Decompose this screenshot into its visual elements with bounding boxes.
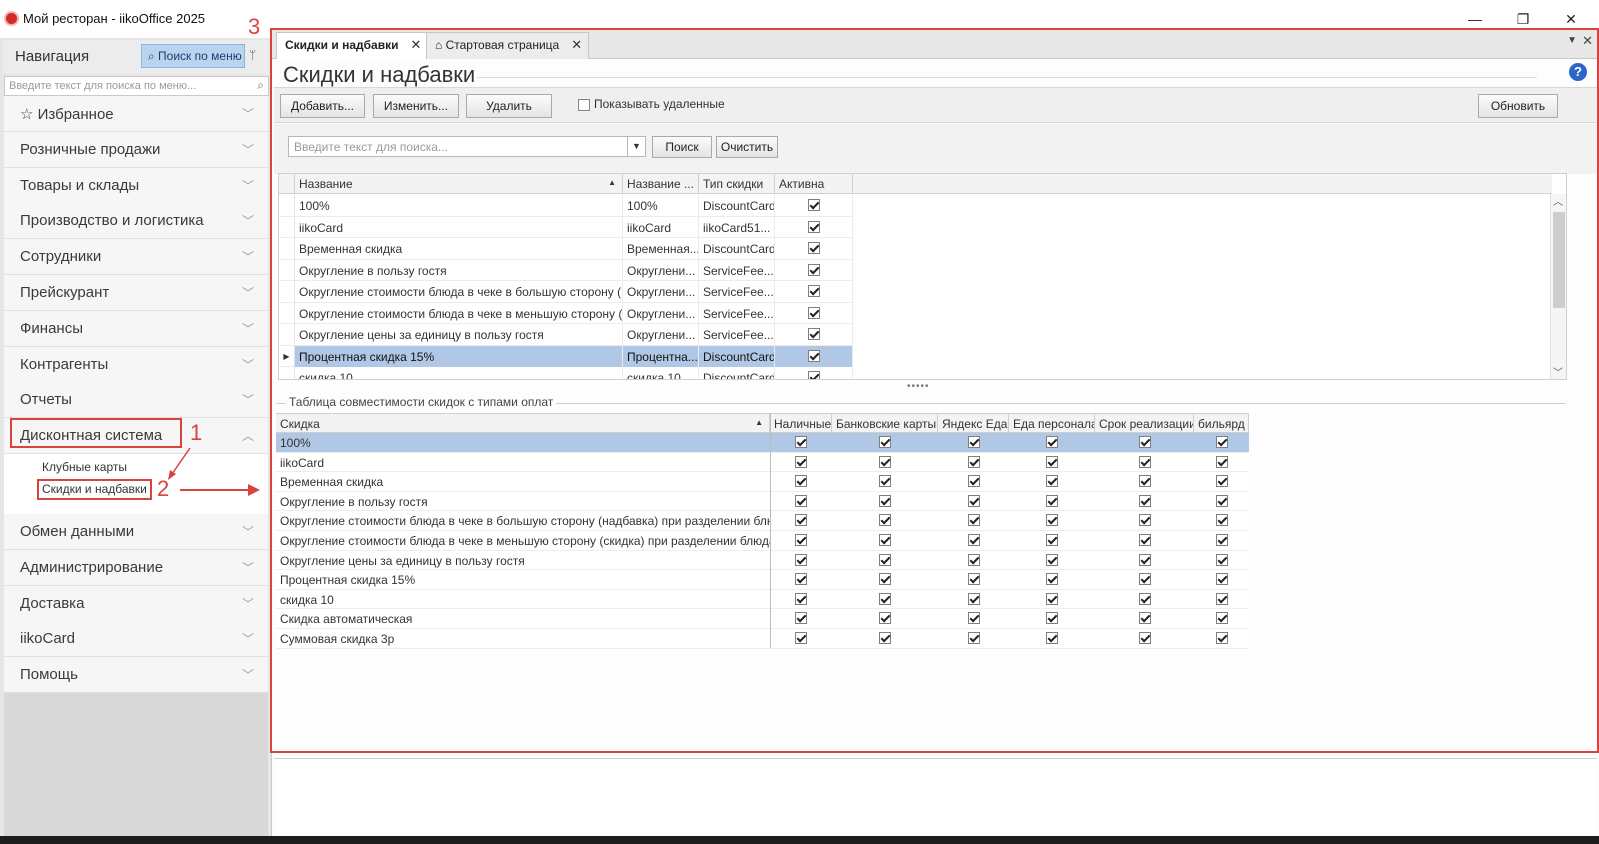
chevron-down-icon: ﹀ xyxy=(241,632,254,647)
nav-item[interactable]: Обмен данными ﹀ xyxy=(4,514,268,550)
nav-item-label: Розничные продажи xyxy=(20,140,161,158)
chevron-down-icon: ﹀ xyxy=(241,596,254,611)
restore-button[interactable]: ❐ xyxy=(1508,8,1538,30)
chevron-down-icon: ﹀ xyxy=(241,560,254,575)
nav-item-label: Администрирование xyxy=(20,558,164,576)
navigation-header: Навигация ⌕ Поиск по меню ᛘ xyxy=(3,40,269,74)
nav-item-label: Контрагенты xyxy=(20,355,109,373)
chevron-down-icon: ﹀ xyxy=(241,393,254,408)
nav-item[interactable]: Помощь ﹀ xyxy=(4,657,268,694)
nav-item-label: Финансы xyxy=(20,319,83,337)
annotation-box-discounts-item xyxy=(37,479,152,500)
chevron-down-icon: ﹀ xyxy=(241,357,254,372)
nav-item[interactable]: Производство и логистика ﹀ xyxy=(4,203,268,240)
nav-item-label: ☆ Избранное xyxy=(20,106,114,123)
pin-icon[interactable]: ᛘ xyxy=(249,48,256,62)
chevron-down-icon: ﹀ xyxy=(241,214,254,229)
chevron-down-icon: ﹀ xyxy=(241,525,254,539)
arrowhead-icon xyxy=(248,484,260,496)
menu-search-field[interactable]: ⌕ xyxy=(4,76,269,96)
annotation-number: 3 xyxy=(248,14,261,39)
nav-item-label: iikoCard xyxy=(20,630,76,648)
nav-item[interactable]: Сотрудники ﹀ xyxy=(4,239,268,276)
nav-item[interactable]: ☆ Избранное ﹀ xyxy=(4,96,268,132)
nav-item[interactable]: Доставка ﹀ xyxy=(4,585,268,622)
chevron-down-icon: ﹀ xyxy=(241,178,254,193)
nav-item-label: Отчеты xyxy=(20,391,72,409)
navigation-title: Навигация xyxy=(15,48,90,65)
sidebar-empty-area xyxy=(4,692,268,836)
bottom-panel xyxy=(274,758,1597,844)
chevron-down-icon: ﹀ xyxy=(241,107,254,121)
app-logo-icon xyxy=(4,11,19,26)
chevron-down-icon: ﹀ xyxy=(241,668,254,683)
menu-search-input[interactable] xyxy=(7,78,247,94)
nav-item-label: Производство и логистика xyxy=(20,212,204,230)
minimize-button[interactable]: — xyxy=(1460,8,1490,30)
chevron-down-icon: ﹀ xyxy=(241,142,254,157)
menu-search-button[interactable]: ⌕ Поиск по меню xyxy=(141,44,245,68)
submenu-item-club-cards[interactable]: Клубные карты xyxy=(42,460,127,474)
nav-item[interactable]: Контрагенты ﹀ xyxy=(4,346,268,383)
nav-item[interactable]: Администрирование ﹀ xyxy=(4,549,268,586)
nav-item-label: Помощь xyxy=(20,666,78,684)
nav-item[interactable]: Отчеты ﹀ xyxy=(4,382,268,419)
system-taskbar xyxy=(0,836,1599,844)
annotation-arrows xyxy=(168,447,260,496)
nav-item-label: Сотрудники xyxy=(20,248,102,266)
chevron-down-icon: ﹀ xyxy=(241,286,254,300)
chevron-down-icon: ﹀ xyxy=(241,321,254,336)
arrowhead-icon xyxy=(168,470,176,480)
nav-item[interactable]: Товары и склады ﹀ xyxy=(4,167,268,204)
nav-item[interactable]: iikoCard ﹀ xyxy=(4,621,268,658)
search-icon[interactable]: ⌕ xyxy=(257,78,264,93)
annotation-arrow-1 xyxy=(171,447,191,475)
nav-item[interactable]: Прейскурант ﹀ xyxy=(4,275,268,311)
nav-item-label: Доставка xyxy=(20,594,85,612)
nav-item[interactable]: Финансы ﹀ xyxy=(4,310,268,347)
nav-item[interactable]: Розничные продажи ﹀ xyxy=(4,131,268,168)
close-window-button[interactable]: ✕ xyxy=(1556,8,1586,30)
window-title: Мой ресторан - iikoOffice 2025 xyxy=(23,11,206,26)
annotation-box-main xyxy=(270,28,1599,753)
chevron-down-icon: ﹀ xyxy=(241,250,254,265)
nav-item-label: Прейскурант xyxy=(20,284,110,301)
nav-item-label: Товары и склады xyxy=(20,176,140,194)
nav-item-label: Обмен данными xyxy=(20,523,135,540)
